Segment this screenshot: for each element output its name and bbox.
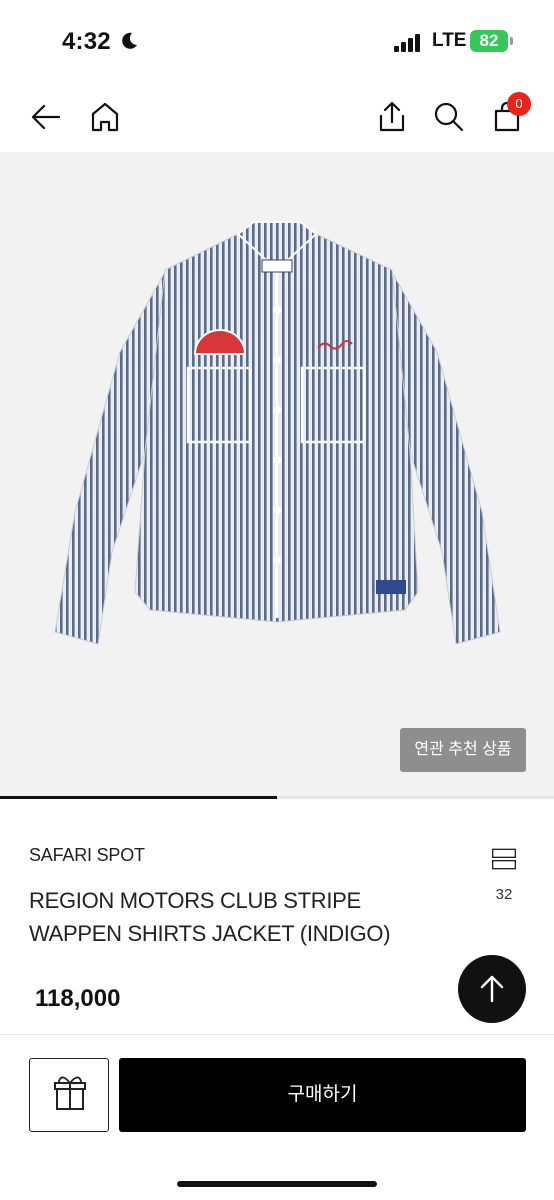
signal-icon bbox=[394, 34, 420, 52]
home-icon[interactable] bbox=[88, 100, 122, 134]
image-progress-track bbox=[0, 796, 554, 799]
gift-icon bbox=[54, 1076, 86, 1110]
status-bar: 4:32 LTE 82 bbox=[0, 0, 554, 80]
bottom-bar-divider bbox=[0, 1034, 554, 1035]
product-title: REGION MOTORS CLUB STRIPE WAPPEN SHIRTS … bbox=[29, 888, 391, 946]
cart-count-badge: 0 bbox=[507, 92, 531, 116]
product-price: 118,000 bbox=[35, 985, 121, 1012]
battery-tip bbox=[510, 37, 513, 45]
image-progress-fill bbox=[0, 796, 277, 799]
home-indicator bbox=[177, 1181, 377, 1187]
nav-bar bbox=[0, 88, 554, 150]
scroll-to-top-button[interactable] bbox=[458, 955, 526, 1023]
share-icon[interactable] bbox=[375, 100, 409, 134]
back-arrow-icon[interactable] bbox=[29, 100, 63, 134]
search-icon[interactable] bbox=[432, 100, 466, 134]
related-products-button[interactable]: 연관 추천 상품 bbox=[400, 728, 526, 772]
gift-button[interactable] bbox=[29, 1058, 109, 1132]
product-image[interactable]: 연관 추천 상품 bbox=[0, 152, 554, 796]
wishlist-count: 32 bbox=[495, 886, 513, 903]
status-time: 4:32 bbox=[62, 28, 111, 55]
wishlist-icon[interactable] bbox=[484, 848, 524, 888]
buy-button[interactable]: 구매하기 bbox=[119, 1058, 526, 1132]
shirt-illustration bbox=[54, 221, 501, 645]
brand-name[interactable]: SAFARI SPOT bbox=[29, 845, 145, 866]
arrow-up-icon bbox=[480, 975, 504, 1003]
network-label: LTE bbox=[432, 30, 467, 51]
moon-icon bbox=[122, 32, 137, 49]
battery-indicator: 82 bbox=[470, 30, 508, 52]
